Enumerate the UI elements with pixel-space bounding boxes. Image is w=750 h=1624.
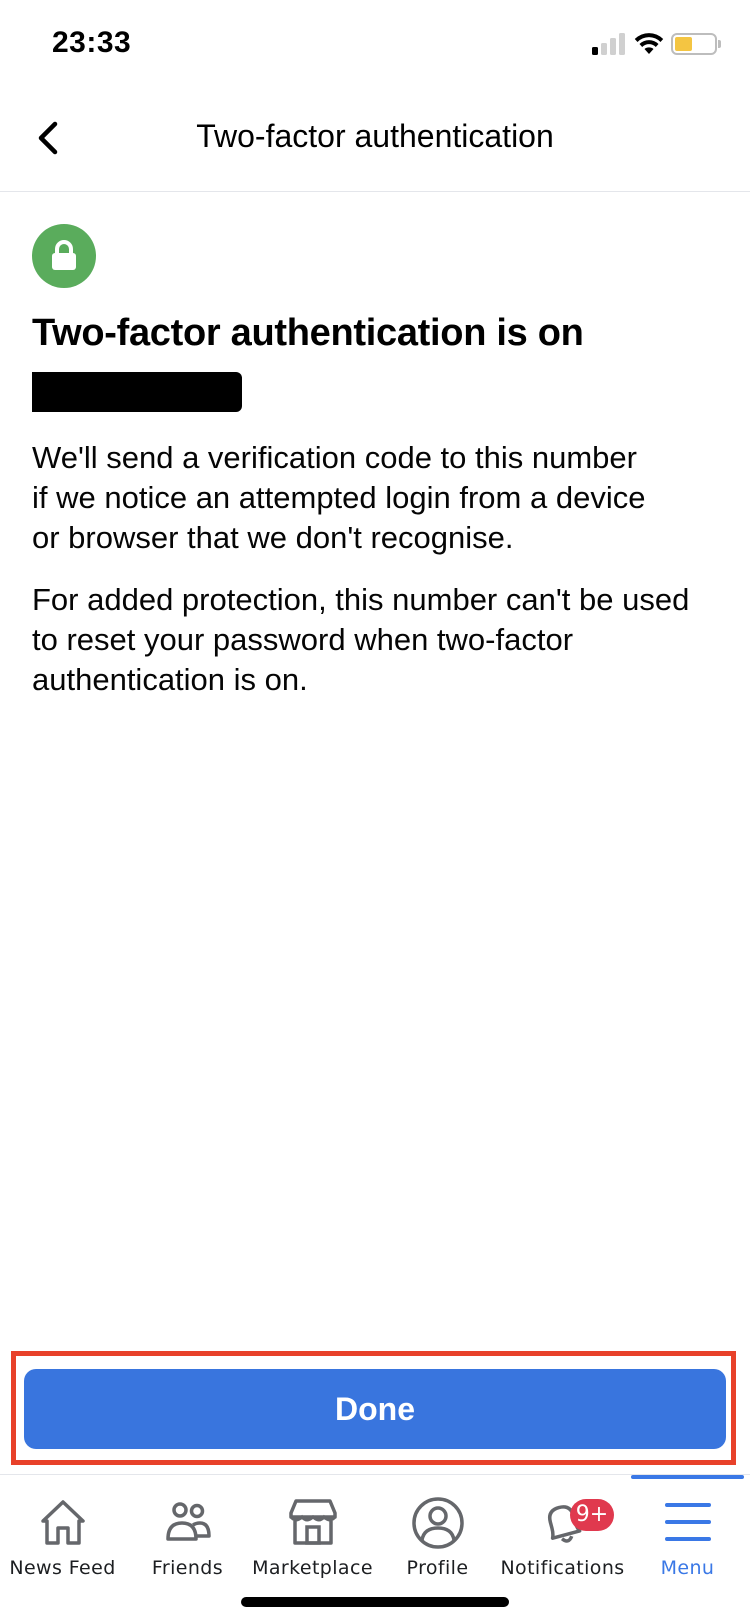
battery-cap: [718, 40, 721, 48]
profile-icon: [411, 1497, 464, 1549]
lock-icon: [52, 240, 76, 270]
battery-level: [675, 37, 692, 51]
wifi-icon: [634, 33, 664, 54]
home-indicator[interactable]: [241, 1597, 509, 1607]
main-content: Two-factor authentication is on We'll se…: [32, 192, 722, 700]
battery-icon: [671, 33, 717, 55]
menu-icon: [664, 1503, 711, 1541]
cellular-signal-icon: [592, 33, 626, 55]
status-bar: 23:33: [0, 0, 750, 90]
tab-notifications[interactable]: Notifications: [500, 1475, 625, 1585]
tab-profile[interactable]: Profile: [375, 1475, 500, 1585]
tab-news-feed[interactable]: News Feed: [0, 1475, 125, 1585]
redacted-phone-number: [32, 372, 242, 412]
verification-info-text: We'll send a verification code to this n…: [32, 440, 646, 555]
protection-info-text: For added protection, this number can't …: [32, 582, 690, 697]
tab-label: Profile: [406, 1557, 469, 1579]
friends-icon: [165, 1502, 211, 1541]
tab-label: Notifications: [500, 1557, 625, 1579]
status-badge: [32, 224, 96, 288]
tab-friends[interactable]: Friends: [125, 1475, 250, 1585]
tab-menu[interactable]: Menu: [625, 1475, 750, 1585]
tab-marketplace[interactable]: Marketplace: [250, 1475, 375, 1585]
marketplace-icon: [288, 1499, 337, 1545]
status-time: 23:33: [52, 26, 132, 59]
navigation-bar: Two-factor authentication: [0, 90, 750, 192]
page-title: Two-factor authentication: [196, 118, 554, 154]
home-icon: [40, 1500, 85, 1545]
status-headline: Two-factor authentication is on: [32, 312, 584, 354]
notification-badge: 9+: [570, 1499, 614, 1531]
tab-label: Marketplace: [252, 1557, 373, 1579]
tab-label: Friends: [151, 1557, 224, 1579]
done-button[interactable]: Done: [24, 1369, 726, 1449]
tab-label: Menu: [660, 1557, 715, 1579]
